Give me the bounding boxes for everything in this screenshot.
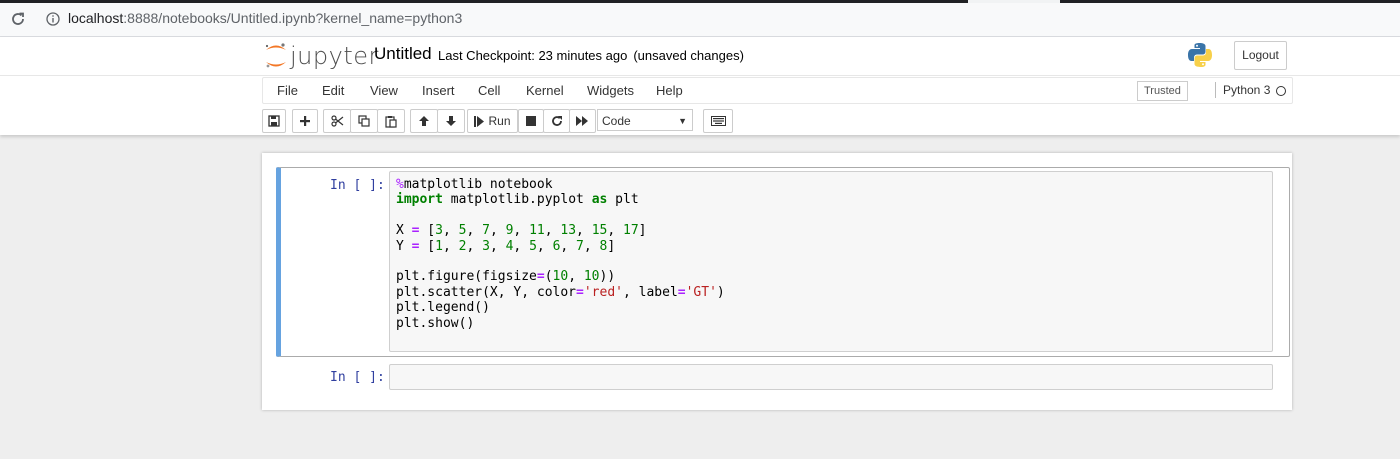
kernel-divider <box>1215 82 1216 98</box>
input-prompt: In [ ]: <box>330 178 385 193</box>
paste-icon <box>385 115 397 128</box>
restart-kernel-button[interactable] <box>543 109 570 133</box>
url-host: localhost <box>68 10 124 26</box>
code-text: %matplotlib notebook import matplotlib.p… <box>396 177 725 331</box>
logout-button[interactable]: Logout <box>1234 41 1287 70</box>
reload-icon[interactable] <box>10 11 26 27</box>
restart-run-all-button[interactable] <box>569 109 596 133</box>
cell-type-select[interactable]: Code ▼ <box>597 109 693 131</box>
menu-widgets[interactable]: Widgets <box>587 83 634 98</box>
code-line-9: plt.legend() <box>396 300 490 316</box>
url-text[interactable]: localhost:8888/notebooks/Untitled.ipynb?… <box>68 10 462 26</box>
menu-view[interactable]: View <box>370 83 398 98</box>
menu-bar: File Edit View Insert Cell Kernel Widget… <box>262 77 1293 104</box>
checkpoint-status: Last Checkpoint: 23 minutes ago (unsaved … <box>438 48 744 63</box>
notebook-container: In [ ]: %matplotlib notebook import matp… <box>262 153 1292 410</box>
move-down-button[interactable] <box>437 109 465 133</box>
arrow-down-icon <box>446 116 456 126</box>
save-button[interactable] <box>262 109 286 133</box>
jupyter-logo-icon <box>265 43 286 68</box>
jupyter-header: jupyter Untitled Last Checkpoint: 23 min… <box>0 37 1400 135</box>
trusted-indicator[interactable]: Trusted <box>1137 81 1188 101</box>
menu-edit[interactable]: Edit <box>322 83 344 98</box>
move-up-button[interactable] <box>410 109 438 133</box>
menu-file[interactable]: File <box>277 83 298 98</box>
code-line-5: Y = [1, 2, 3, 4, 5, 6, 7, 8] <box>396 238 616 254</box>
copy-button[interactable] <box>350 109 378 133</box>
insert-cell-button[interactable] <box>292 109 318 133</box>
menu-cell[interactable]: Cell <box>478 83 500 98</box>
keyboard-icon <box>710 116 726 126</box>
menu-insert[interactable]: Insert <box>422 83 455 98</box>
run-button[interactable]: Run <box>467 109 518 133</box>
copy-icon <box>358 115 370 127</box>
save-icon <box>268 115 280 127</box>
info-icon[interactable] <box>46 12 60 26</box>
address-bar[interactable]: localhost:8888/notebooks/Untitled.ipynb?… <box>0 3 1400 37</box>
input-prompt-2: In [ ]: <box>330 370 385 385</box>
menu-kernel[interactable]: Kernel <box>526 83 564 98</box>
code-line-2: import matplotlib.pyplot as plt <box>396 192 639 208</box>
cell-type-value: Code <box>602 114 631 128</box>
kernel-idle-icon <box>1276 86 1286 96</box>
code-input[interactable]: %matplotlib notebook import matplotlib.p… <box>389 171 1273 352</box>
python-logo-icon <box>1188 43 1212 67</box>
kernel-name[interactable]: Python 3 <box>1223 83 1270 97</box>
code-line-7: plt.figure(figsize=(10, 10)) <box>396 269 616 285</box>
jupyter-logo-text: jupyter <box>290 42 379 70</box>
plus-icon <box>300 116 310 126</box>
fast-forward-icon <box>576 116 588 126</box>
jupyter-logo[interactable]: jupyter <box>264 41 379 71</box>
restart-icon <box>551 116 562 126</box>
code-line-8: plt.scatter(X, Y, color='red', label='GT… <box>396 284 725 300</box>
url-path: :8888/notebooks/Untitled.ipynb?kernel_na… <box>123 10 463 26</box>
code-line-4: X = [3, 5, 7, 9, 11, 13, 15, 17] <box>396 223 647 239</box>
notebook-name[interactable]: Untitled <box>374 44 432 64</box>
unsaved-changes: (unsaved changes) <box>633 48 744 63</box>
last-checkpoint: Last Checkpoint: 23 minutes ago <box>438 48 628 63</box>
run-label: Run <box>488 114 511 128</box>
code-input-empty[interactable] <box>389 364 1273 390</box>
code-magic: % <box>396 177 404 192</box>
paste-button[interactable] <box>377 109 405 133</box>
step-forward-icon <box>474 115 485 127</box>
cut-button[interactable] <box>323 109 351 133</box>
stop-icon <box>526 116 536 126</box>
chevron-down-icon: ▼ <box>678 116 687 126</box>
menu-help[interactable]: Help <box>656 83 683 98</box>
code-line-1: %matplotlib notebook <box>396 177 553 192</box>
scissors-icon <box>330 115 343 127</box>
interrupt-button[interactable] <box>518 109 544 133</box>
header-divider <box>0 75 1400 76</box>
code-line-10: plt.show() <box>396 315 475 331</box>
arrow-up-icon <box>419 116 429 126</box>
command-palette-button[interactable] <box>703 109 733 133</box>
